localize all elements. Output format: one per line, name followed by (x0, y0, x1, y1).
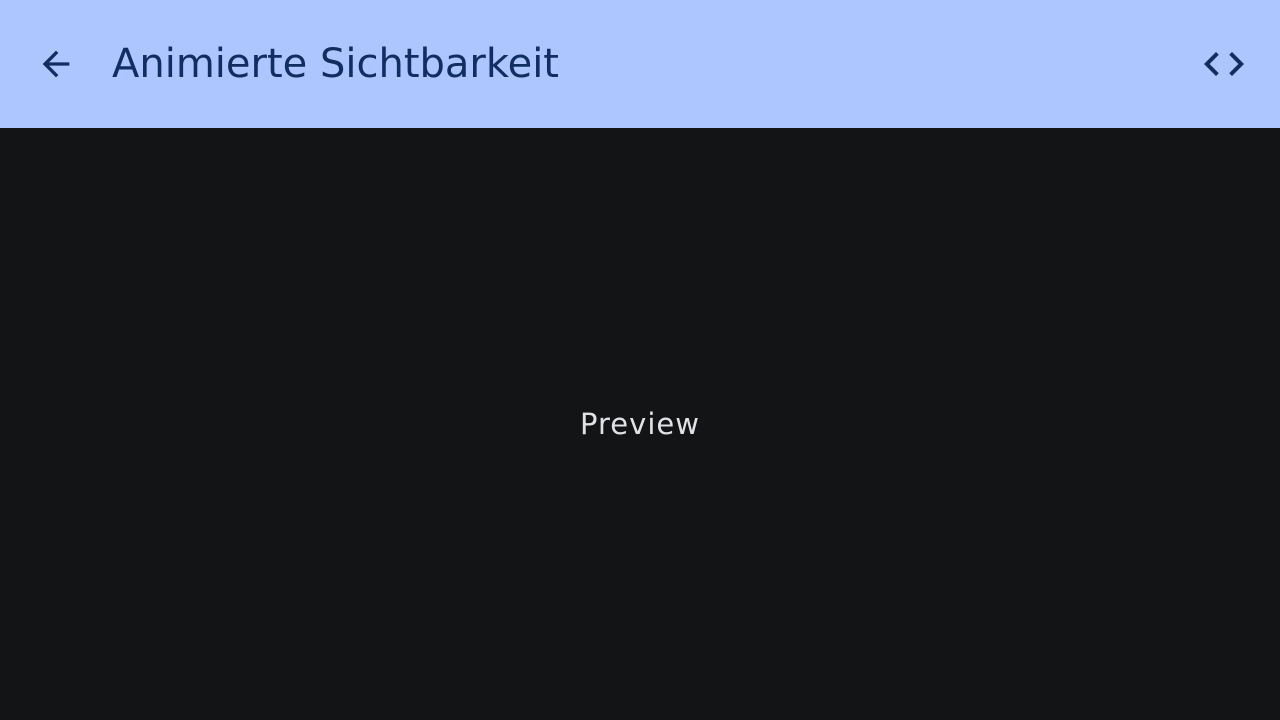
arrow-back-icon (42, 50, 70, 78)
page-title: Animierte Sichtbarkeit (112, 41, 559, 87)
view-code-button[interactable] (1192, 32, 1256, 96)
top-app-bar: Animierte Sichtbarkeit (0, 0, 1280, 128)
back-button[interactable] (24, 32, 88, 96)
code-icon (1204, 52, 1244, 76)
preview-label: Preview (580, 407, 700, 441)
preview-area: Preview (0, 128, 1280, 720)
